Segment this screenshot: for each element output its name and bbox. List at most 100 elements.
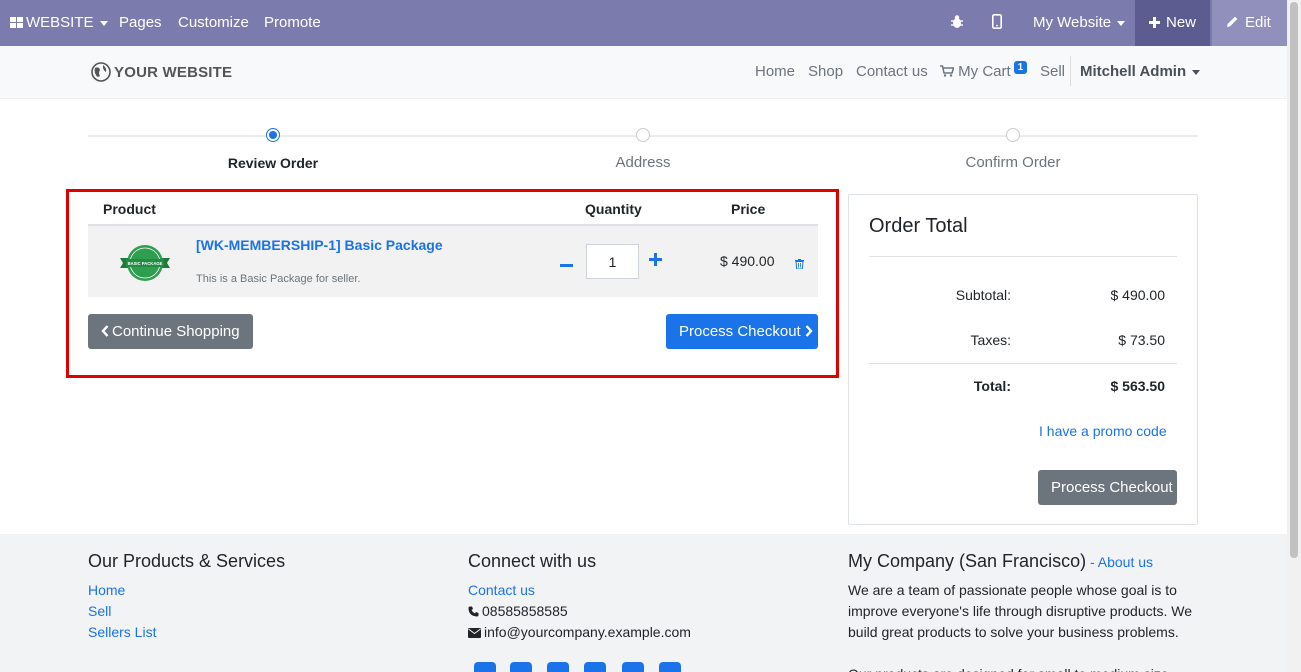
bug-icon: [951, 15, 963, 28]
card-divider: [869, 256, 1177, 257]
nav-home[interactable]: Home: [755, 63, 795, 80]
chevron-down-icon: [1192, 69, 1201, 75]
step-dot-review: [266, 128, 280, 142]
column-header-product: Product: [103, 201, 156, 217]
step-address: Address: [615, 154, 671, 171]
twitter-icon[interactable]: [510, 662, 532, 672]
footer-email: info@yourcompany.example.com: [468, 624, 691, 640]
user-menu[interactable]: Mitchell Admin: [1080, 63, 1201, 80]
globe-icon: [91, 62, 111, 82]
column-header-quantity: Quantity: [585, 201, 642, 217]
apps-grid-icon: [10, 17, 23, 28]
my-website-menu[interactable]: My Website: [1033, 0, 1126, 46]
product-image-text: BASIC PACKAGE: [128, 261, 163, 266]
nav-cart[interactable]: My Cart 1: [940, 61, 1028, 80]
step-dot-confirm: [1006, 128, 1020, 142]
pages-menu[interactable]: Pages: [119, 0, 162, 46]
total-value: $ 563.50: [1110, 378, 1166, 394]
linkedin-icon[interactable]: [547, 662, 569, 672]
footer-connect-title: Connect with us: [468, 551, 597, 571]
nav-contact[interactable]: Contact us: [856, 63, 928, 80]
youtube-icon[interactable]: [584, 662, 606, 672]
footer-phone: 08585858585: [468, 603, 568, 619]
quantity-input[interactable]: [586, 244, 639, 279]
phone-icon: [468, 606, 479, 617]
total-label: Total:: [973, 378, 1011, 394]
cart-count-badge: 1: [1013, 61, 1028, 74]
plus-icon: [649, 253, 662, 266]
plus-icon: [1149, 17, 1160, 28]
website-menu[interactable]: WEBSITE: [10, 0, 108, 46]
pencil-icon: [1227, 16, 1238, 27]
user-name: Mitchell Admin: [1080, 63, 1187, 80]
step-review-order: Review Order: [227, 155, 319, 171]
new-label: New: [1166, 14, 1197, 31]
taxes-label: Taxes:: [970, 332, 1011, 348]
chevron-right-icon: [805, 325, 813, 337]
trash-icon: [795, 259, 804, 270]
quantity-decrease-button[interactable]: [560, 250, 573, 273]
facebook-icon[interactable]: [474, 662, 496, 672]
chevron-down-icon: [99, 20, 108, 26]
my-website-label: My Website: [1033, 14, 1112, 31]
subtotal-label: Subtotal:: [955, 287, 1011, 303]
edit-label: Edit: [1245, 14, 1271, 31]
product-name-link[interactable]: [WK-MEMBERSHIP-1] Basic Package: [196, 237, 443, 253]
envelope-icon: [468, 628, 481, 638]
chevron-left-icon: [101, 325, 109, 337]
order-total-checkout-button[interactable]: Process Checkout: [1038, 470, 1177, 505]
site-logo[interactable]: YOUR WEBSITE: [91, 62, 232, 82]
about-separator: -: [1086, 554, 1098, 570]
footer-link-sell[interactable]: Sell: [88, 603, 111, 619]
continue-shopping-button[interactable]: Continue Shopping: [88, 314, 253, 349]
page-scrollbar[interactable]: [1287, 0, 1301, 672]
quantity-increase-button[interactable]: [649, 249, 662, 272]
footer-phone-text: 08585858585: [482, 603, 568, 619]
website-menu-label: WEBSITE: [26, 14, 94, 31]
product-price: $ 490.00: [720, 253, 775, 269]
nav-divider: [1070, 56, 1071, 86]
new-button[interactable]: New: [1135, 0, 1211, 46]
chevron-down-icon: [1117, 20, 1126, 26]
nav-shop[interactable]: Shop: [808, 63, 843, 80]
footer-link-sellers-list[interactable]: Sellers List: [88, 624, 156, 640]
admin-bar: WEBSITE Pages Customize Promote My Websi…: [0, 0, 1287, 46]
product-image[interactable]: BASIC PACKAGE: [118, 243, 172, 286]
footer-contact-link[interactable]: Contact us: [468, 582, 535, 598]
taxes-value: $ 73.50: [1118, 332, 1165, 348]
footer-company-text: We are a team of passionate people whose…: [848, 580, 1198, 672]
order-total-title: Order Total: [869, 215, 968, 237]
mobile-preview-button[interactable]: [992, 0, 1002, 46]
company-description: We are a team of passionate people whose…: [848, 582, 1193, 640]
logo-text: YOUR WEBSITE: [114, 63, 233, 81]
cart-icon: [940, 65, 955, 77]
promote-menu[interactable]: Promote: [264, 0, 321, 46]
remove-item-button[interactable]: [795, 256, 804, 272]
footer-products-title: Our Products & Services: [88, 551, 286, 571]
nav-sell[interactable]: Sell: [1040, 63, 1065, 80]
customize-menu[interactable]: Customize: [178, 0, 249, 46]
about-us-link[interactable]: About us: [1098, 554, 1153, 570]
continue-shopping-label: Continue Shopping: [112, 323, 240, 340]
product-description: This is a Basic Package for seller.: [196, 273, 361, 285]
mobile-icon: [992, 14, 1002, 29]
github-icon[interactable]: [622, 662, 644, 672]
debug-button[interactable]: [950, 0, 964, 46]
step-confirm-order: Confirm Order: [965, 154, 1061, 171]
minus-icon: [560, 264, 573, 267]
process-checkout-label: Process Checkout: [679, 323, 801, 340]
company-name: My Company (San Francisco): [848, 551, 1087, 571]
footer-link-home[interactable]: Home: [88, 582, 125, 598]
subtotal-value: $ 490.00: [1110, 287, 1166, 303]
edit-button[interactable]: Edit: [1212, 0, 1287, 46]
column-header-price: Price: [731, 201, 766, 217]
scrollbar-thumb[interactable]: [1290, 2, 1298, 558]
process-checkout-button[interactable]: Process Checkout: [666, 314, 818, 349]
footer-email-text[interactable]: info@yourcompany.example.com: [484, 624, 691, 640]
company-description-2: Our products are designed for small to m…: [848, 664, 1198, 672]
instagram-icon[interactable]: [659, 662, 681, 672]
step-dot-address: [636, 128, 650, 142]
total-divider: [869, 363, 1177, 364]
site-header: YOUR WEBSITE Home Shop Contact us My Car…: [0, 46, 1287, 99]
promo-code-link[interactable]: I have a promo code: [1039, 423, 1167, 439]
